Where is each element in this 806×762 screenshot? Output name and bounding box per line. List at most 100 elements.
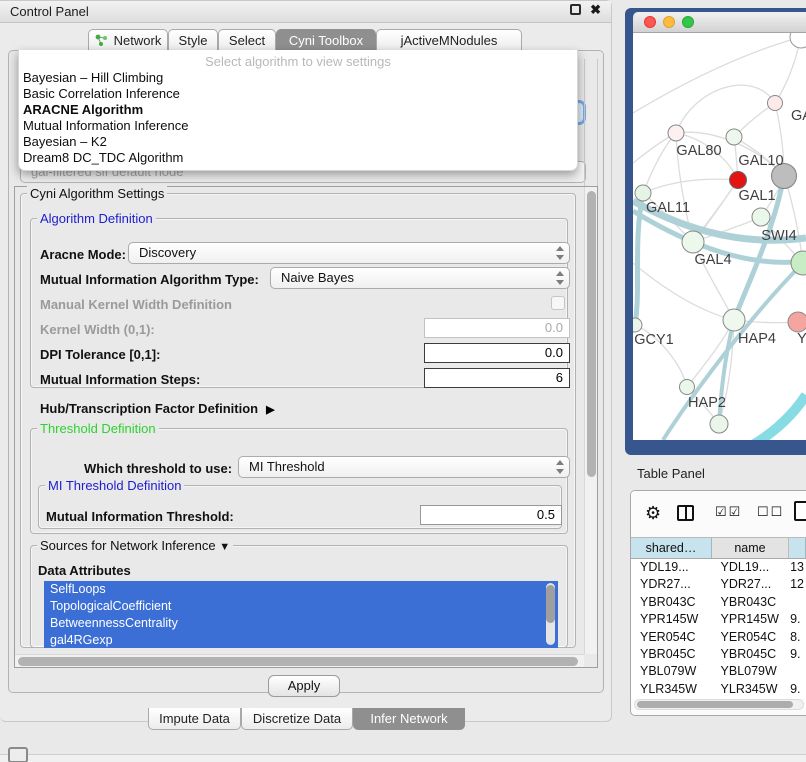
node-gal80[interactable]: [668, 125, 684, 141]
hub-definition-toggle[interactable]: Hub/Transcription Factor Definition▶: [40, 401, 275, 416]
node-gcy1[interactable]: [633, 318, 642, 332]
node-label: GAL11: [646, 200, 690, 216]
table-row[interactable]: YDR27... YDR27... 12: [631, 576, 806, 593]
list-item[interactable]: BetweennessCentrality: [44, 615, 558, 632]
data-attributes-label: Data Attributes: [38, 563, 131, 578]
node-swi4[interactable]: [752, 208, 770, 226]
close-window-icon[interactable]: [644, 16, 656, 28]
menu-item-selected[interactable]: ARACNE Algorithm: [19, 102, 577, 118]
menu-item[interactable]: Mutual Information Inference: [19, 118, 577, 134]
tab-jactivemnodules[interactable]: jActiveMNodules: [376, 29, 522, 51]
node-label: SWI4: [761, 228, 796, 244]
column-header-shared-name[interactable]: shared…: [631, 538, 712, 558]
tab-discretize-data[interactable]: Discretize Data: [241, 708, 353, 730]
dpi-tolerance-label: DPI Tolerance [0,1]:: [40, 347, 160, 362]
unchecked-boxes-icon[interactable]: ☐☐: [757, 504, 784, 520]
tab-impute-data[interactable]: Impute Data: [148, 708, 241, 730]
stepper-icon: [555, 246, 564, 260]
gear-icon[interactable]: ⚙: [645, 503, 661, 524]
table-row[interactable]: YPR145W YPR145W 9.: [631, 611, 806, 628]
which-threshold-label: Which threshold to use:: [84, 461, 232, 476]
apply-button[interactable]: Apply: [268, 675, 340, 697]
manual-kernel-width-label: Manual Kernel Width Definition: [40, 297, 232, 312]
table-row[interactable]: YBL079W YBL079W: [631, 663, 806, 680]
mi-threshold-field[interactable]: 0.5: [420, 505, 562, 525]
sources-title[interactable]: Sources for Network Inference ▼: [37, 538, 233, 553]
column-header-partial[interactable]: [789, 538, 806, 558]
control-panel-titlebar: Control Panel ✖: [0, 1, 611, 23]
node-gal11[interactable]: [635, 185, 651, 201]
network-canvas[interactable]: GAL GAL80 GAL10 GAL1 GAL11 SWI4 GAL4 GCY…: [633, 33, 806, 440]
menu-item[interactable]: Basic Correlation Inference: [19, 86, 577, 102]
kernel-width-field[interactable]: 0.0: [424, 318, 570, 338]
minimize-window-icon[interactable]: [663, 16, 675, 28]
node-gal1[interactable]: [730, 172, 747, 189]
tab-style[interactable]: Style: [168, 29, 218, 51]
node-partial-top[interactable]: [790, 33, 806, 48]
network-icon: [95, 34, 109, 47]
control-panel-title: Control Panel: [0, 4, 89, 19]
node-hap2[interactable]: [680, 380, 695, 395]
columns-icon[interactable]: [677, 505, 694, 521]
checked-boxes-icon[interactable]: ☑☑: [715, 504, 742, 520]
menu-item[interactable]: Bayesian – K2: [19, 134, 577, 150]
threshold-definition-title: Threshold Definition: [37, 421, 159, 436]
float-panel-icon[interactable]: [570, 4, 581, 15]
mi-steps-field[interactable]: 6: [424, 368, 570, 388]
table-row[interactable]: YBR045C YBR045C 9.: [631, 646, 806, 663]
zoom-window-icon[interactable]: [682, 16, 694, 28]
tab-infer-network[interactable]: Infer Network: [353, 708, 465, 730]
algorithm-definition-title: Algorithm Definition: [37, 211, 156, 226]
algorithm-dropdown-popup: Select algorithm to view settings Bayesi…: [18, 50, 578, 171]
node-label: GCY1: [634, 332, 674, 348]
column-header-name[interactable]: name: [712, 538, 789, 558]
stepper-icon: [555, 271, 564, 285]
menu-item[interactable]: Bayesian – Hill Climbing: [19, 70, 577, 86]
settings-vertical-scrollbar[interactable]: [584, 187, 597, 654]
manual-kernel-width-checkbox[interactable]: [551, 296, 565, 310]
mi-threshold-definition-title: MI Threshold Definition: [45, 478, 184, 493]
node-label: HAP2: [688, 395, 726, 411]
close-panel-icon[interactable]: ✖: [590, 4, 601, 15]
bottom-left-mini-button[interactable]: [8, 747, 28, 762]
node-gal4[interactable]: [682, 231, 704, 253]
table-horizontal-scrollbar[interactable]: [634, 699, 804, 710]
node-hap4[interactable]: [723, 309, 745, 331]
tab-cyni-toolbox[interactable]: Cyni Toolbox: [276, 29, 376, 51]
node-salmon[interactable]: [788, 312, 806, 332]
table-body[interactable]: YDL19... YDL19... 13 YDR27... YDR27... 1…: [631, 559, 806, 699]
list-item[interactable]: TopologicalCoefficient: [44, 598, 558, 615]
node-label: GAL10: [738, 153, 783, 169]
screen: Control Panel ✖ Network Style Select Cyn…: [0, 0, 806, 762]
control-panel-window: Control Panel ✖ Network Style Select Cyn…: [0, 0, 612, 722]
table-row[interactable]: YLR345W YLR345W 9.: [631, 681, 806, 698]
table-row[interactable]: YER054C YER054C 8.: [631, 629, 806, 646]
table-header-row: shared… name: [631, 537, 806, 559]
table-row[interactable]: YDL19... YDL19... 13: [631, 559, 806, 576]
menu-item[interactable]: Dream8 DC_TDC Algorithm: [19, 150, 577, 166]
stepper-icon: [555, 460, 564, 474]
settings-horizontal-scrollbar[interactable]: [15, 654, 584, 667]
table-row[interactable]: YBR043C YBR043C: [631, 594, 806, 611]
node-partial-bottom[interactable]: [710, 415, 728, 433]
node-gal10[interactable]: [726, 129, 742, 145]
chevron-right-icon: ▶: [266, 403, 274, 416]
tab-select[interactable]: Select: [218, 29, 276, 51]
algorithm-prompt: Select algorithm to view settings: [19, 53, 577, 70]
network-window-titlebar: [633, 12, 806, 33]
table-panel-title: Table Panel: [637, 466, 705, 481]
node-gal-partial[interactable]: [768, 96, 783, 111]
list-item[interactable]: gal4RGexp: [44, 632, 558, 648]
mi-steps-label: Mutual Information Steps:: [40, 372, 200, 387]
aracne-mode-combo[interactable]: Discovery: [128, 242, 570, 264]
cyni-algorithm-settings-title: Cyni Algorithm Settings: [27, 186, 167, 201]
attributes-scrollbar[interactable]: [546, 583, 555, 645]
data-attributes-list[interactable]: SelfLoops TopologicalCoefficient Between…: [44, 581, 558, 648]
dpi-tolerance-field[interactable]: 0.0: [424, 343, 570, 363]
tab-network[interactable]: Network: [88, 29, 168, 51]
mi-algorithm-type-combo[interactable]: Naive Bayes: [270, 267, 570, 289]
which-threshold-combo[interactable]: MI Threshold: [238, 456, 570, 478]
list-item[interactable]: SelfLoops: [44, 581, 558, 598]
page-icon[interactable]: [794, 501, 806, 521]
chevron-down-icon: ▼: [219, 541, 230, 553]
